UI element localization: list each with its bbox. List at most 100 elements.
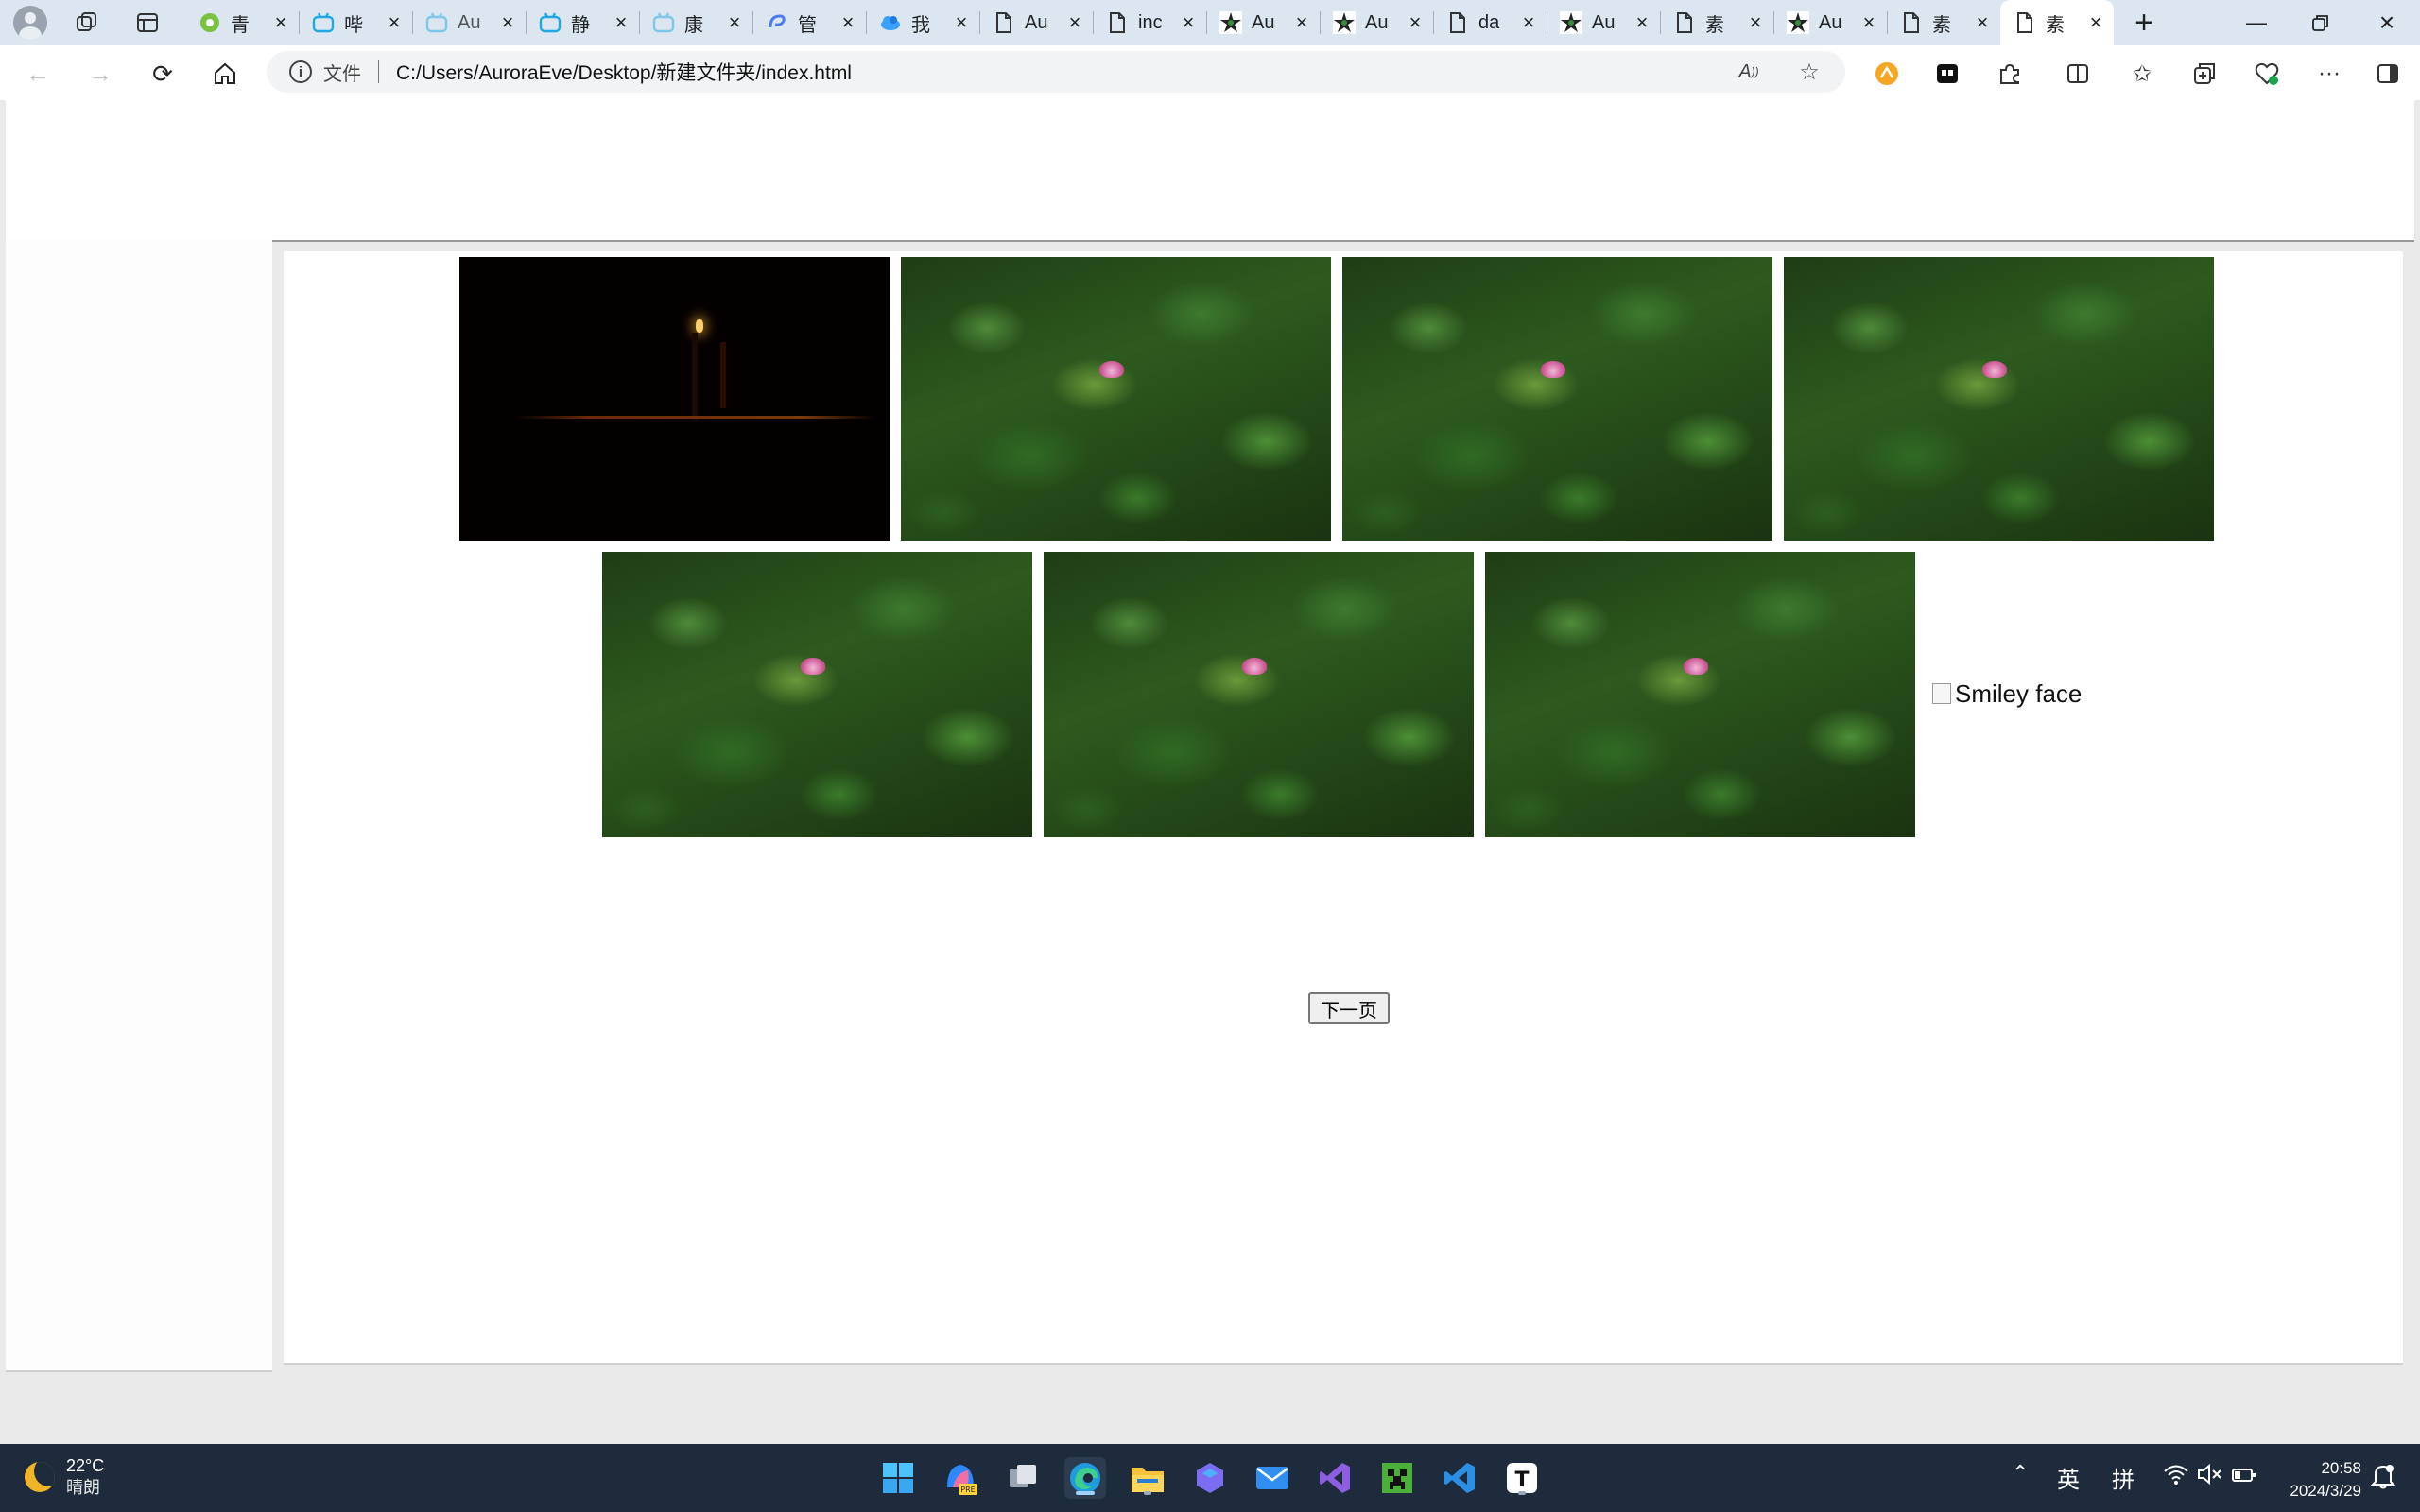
- settings-more-button[interactable]: ···: [2312, 57, 2346, 91]
- lamp-post: [720, 342, 726, 408]
- minimize-button[interactable]: —: [2223, 0, 2290, 45]
- favorite-star-icon[interactable]: ☆: [1796, 59, 1823, 85]
- close-tab-icon[interactable]: ×: [1972, 10, 1993, 35]
- page-icon: [1446, 11, 1469, 34]
- site-info-icon[interactable]: i: [289, 60, 312, 83]
- file-explorer-button[interactable]: [1127, 1457, 1168, 1499]
- tab-label: 哔: [344, 14, 363, 36]
- gallery-image-night[interactable]: [459, 257, 890, 541]
- copilot-pre-button[interactable]: PRE: [940, 1457, 981, 1499]
- mail-button[interactable]: [1252, 1457, 1293, 1499]
- close-tab-icon[interactable]: ×: [838, 10, 858, 35]
- tab[interactable]: 青 ×: [185, 0, 299, 45]
- active-indicator: [1076, 1491, 1095, 1495]
- tab[interactable]: Au ×: [1547, 0, 1660, 45]
- close-tab-icon[interactable]: ×: [1858, 10, 1879, 35]
- home-button[interactable]: [204, 55, 246, 93]
- browser-essentials-button[interactable]: [2250, 57, 2284, 91]
- close-tab-icon[interactable]: ×: [724, 10, 745, 35]
- tab-label: Au: [1252, 11, 1275, 33]
- close-tab-icon[interactable]: ×: [384, 10, 405, 35]
- collections-button[interactable]: [2187, 57, 2221, 91]
- gallery-image-lotus[interactable]: [602, 552, 1032, 837]
- broken-image[interactable]: Smiley face: [1932, 679, 2082, 709]
- read-aloud-icon[interactable]: A)): [1736, 59, 1762, 85]
- system-clock[interactable]: 20:58 2024/3/29: [2290, 1457, 2361, 1503]
- close-tab-icon[interactable]: ×: [1405, 10, 1426, 35]
- url-text[interactable]: C:/Users/AuroraEve/Desktop/新建文件夹/index.h…: [396, 58, 852, 86]
- tab[interactable]: Au ×: [1773, 0, 1887, 45]
- task-view-icon: [1010, 1465, 1036, 1487]
- star-logo-icon: [1219, 11, 1242, 34]
- network-button[interactable]: [2163, 1463, 2189, 1492]
- tab[interactable]: inc ×: [1093, 0, 1206, 45]
- gallery-image-lotus[interactable]: [901, 257, 1331, 541]
- ime-mode[interactable]: 拼: [2112, 1461, 2135, 1494]
- close-tab-icon[interactable]: ×: [1632, 10, 1652, 35]
- workspaces-button[interactable]: [68, 6, 106, 40]
- folder-icon: [1132, 1468, 1164, 1492]
- task-view-button[interactable]: [1002, 1457, 1044, 1499]
- tab[interactable]: 素 ×: [1660, 0, 1773, 45]
- close-tab-icon[interactable]: ×: [497, 10, 518, 35]
- profile-avatar[interactable]: [11, 6, 49, 40]
- battery-button[interactable]: [2231, 1465, 2257, 1491]
- address-bar[interactable]: i 文件 C:/Users/AuroraEve/Desktop/新建文件夹/in…: [267, 51, 1845, 93]
- lotus-flower: [1684, 658, 1708, 675]
- tab-active[interactable]: 素 ×: [2000, 0, 2114, 45]
- tab[interactable]: 管 ×: [752, 0, 866, 45]
- visual-studio-button[interactable]: [1314, 1457, 1356, 1499]
- tab[interactable]: 康 ×: [639, 0, 752, 45]
- minecraft-button[interactable]: [1376, 1457, 1418, 1499]
- power-automate-button[interactable]: [1189, 1457, 1231, 1499]
- favorites-button[interactable]: ✩: [2125, 57, 2159, 91]
- tab[interactable]: da ×: [1433, 0, 1547, 45]
- close-tab-icon[interactable]: ×: [1178, 10, 1199, 35]
- tab[interactable]: Au ×: [1206, 0, 1320, 45]
- tab[interactable]: 素 ×: [1887, 0, 2000, 45]
- tab[interactable]: 我 ×: [866, 0, 979, 45]
- next-page-button[interactable]: 下一页: [1308, 992, 1390, 1024]
- ime-language[interactable]: 英: [2057, 1461, 2080, 1494]
- close-tab-icon[interactable]: ×: [951, 10, 972, 35]
- back-button[interactable]: ←: [17, 55, 59, 93]
- close-tab-icon[interactable]: ×: [611, 10, 631, 35]
- clock-time: 20:58: [2321, 1459, 2361, 1477]
- gallery-image-lotus[interactable]: [1485, 552, 1915, 837]
- tab[interactable]: 哔 ×: [299, 0, 412, 45]
- split-screen-button[interactable]: [2061, 57, 2095, 91]
- vscode-button[interactable]: [1439, 1457, 1480, 1499]
- gallery-image-lotus[interactable]: [1044, 552, 1474, 837]
- start-button[interactable]: [877, 1457, 919, 1499]
- tab[interactable]: 静 ×: [526, 0, 639, 45]
- close-tab-icon[interactable]: ×: [1291, 10, 1312, 35]
- volume-button[interactable]: [2197, 1463, 2223, 1492]
- close-tab-icon[interactable]: ×: [1745, 10, 1766, 35]
- edge-taskbar-button[interactable]: [1064, 1457, 1106, 1499]
- notifications-button[interactable]: [2370, 1463, 2396, 1496]
- new-tab-button[interactable]: +: [2125, 4, 2163, 42]
- close-tab-icon[interactable]: ×: [270, 10, 291, 35]
- refresh-button[interactable]: ⟳: [142, 55, 183, 93]
- forward-button[interactable]: →: [79, 55, 121, 93]
- weather-widget[interactable]: 22°C 晴朗: [25, 1455, 104, 1499]
- gallery-image-lotus[interactable]: [1342, 257, 1772, 541]
- close-window-button[interactable]: ×: [2354, 0, 2420, 45]
- sidebar-toggle-button[interactable]: [2371, 57, 2405, 91]
- close-tab-icon[interactable]: ×: [1518, 10, 1539, 35]
- tab-label: Au: [1365, 11, 1389, 33]
- tab[interactable]: Au ×: [1320, 0, 1433, 45]
- extensions-button[interactable]: [1993, 57, 2027, 91]
- gallery-image-lotus[interactable]: [1784, 257, 2214, 541]
- extension-button[interactable]: [1870, 57, 1904, 91]
- restore-button[interactable]: [2288, 0, 2354, 45]
- tab[interactable]: Au ×: [979, 0, 1093, 45]
- arrow-right-icon: →: [88, 59, 112, 88]
- extension-button[interactable]: [1930, 57, 1964, 91]
- show-hidden-icons-button[interactable]: ⌃: [2012, 1461, 2029, 1486]
- close-tab-icon[interactable]: ×: [1064, 10, 1085, 35]
- close-tab-icon[interactable]: ×: [2085, 10, 2106, 35]
- tab[interactable]: Au ×: [412, 0, 526, 45]
- tab-actions-button[interactable]: [129, 6, 166, 40]
- typora-button[interactable]: T: [1501, 1457, 1543, 1499]
